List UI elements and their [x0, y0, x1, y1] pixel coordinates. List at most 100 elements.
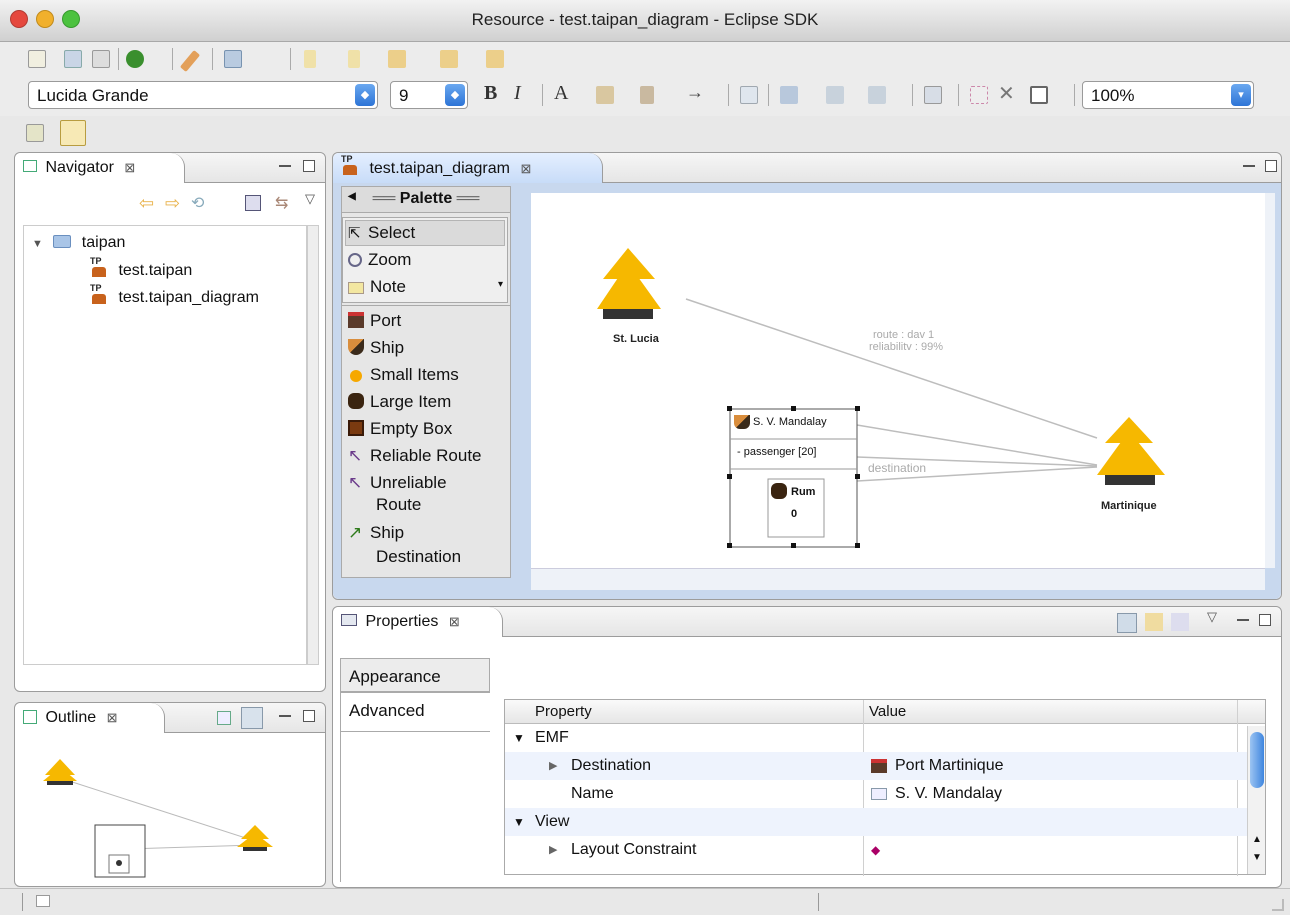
bold-button[interactable]: B: [484, 82, 497, 105]
minimize-icon[interactable]: [1243, 165, 1255, 167]
palette-item-large-item[interactable]: Large Item: [348, 392, 451, 412]
tab-appearance[interactable]: Appearance: [340, 658, 490, 692]
fill-color-icon[interactable]: [596, 86, 614, 104]
print-icon[interactable]: [92, 50, 110, 68]
minimize-icon[interactable]: [279, 165, 291, 167]
pen-icon[interactable]: [179, 50, 201, 72]
palette-item-zoom[interactable]: Zoom: [348, 250, 411, 270]
palette-item-reliable-route[interactable]: ↖ Reliable Route: [348, 446, 482, 466]
table-row[interactable]: ▼ EMF: [505, 724, 1247, 752]
next-annotation-icon[interactable]: [304, 50, 316, 68]
tab-test-taipan-diagram[interactable]: test.taipan_diagram ⊠: [333, 153, 603, 183]
table-row[interactable]: ▶ Destination Port Martinique: [505, 752, 1247, 780]
restore-default-icon[interactable]: [1171, 613, 1189, 631]
tree-item-taipan[interactable]: ▼ taipan: [32, 234, 125, 252]
italic-button[interactable]: I: [514, 82, 521, 105]
close-icon[interactable]: ⊠: [107, 710, 118, 725]
palette-item-port[interactable]: Port: [348, 311, 401, 331]
show-categories-icon[interactable]: [1117, 613, 1137, 633]
palette-item-empty-box[interactable]: Empty Box: [348, 419, 452, 439]
select-all-icon[interactable]: [740, 86, 758, 104]
back-icon[interactable]: [440, 50, 458, 68]
palette-item-select[interactable]: ⇱ Select: [348, 223, 415, 243]
tab-advanced[interactable]: Advanced: [340, 692, 490, 732]
autosize-icon[interactable]: [924, 86, 942, 104]
back-icon[interactable]: ⇦: [139, 193, 154, 214]
scrollbar-thumb[interactable]: [1250, 732, 1264, 788]
forward-icon[interactable]: [486, 50, 504, 68]
cargo-value[interactable]: 0: [791, 508, 797, 520]
font-size-select[interactable]: 9 ◆: [390, 81, 468, 109]
expand-arrow-icon[interactable]: ▼: [513, 731, 525, 745]
new-wizard-icon[interactable]: [28, 50, 46, 68]
diagram-canvas[interactable]: St. Lucia Martinique route : dav 1 relia…: [531, 193, 1265, 568]
view-menu-icon[interactable]: ▽: [1207, 609, 1217, 625]
ship-name[interactable]: S. V. Mandalay: [753, 416, 827, 428]
font-color-button[interactable]: A: [554, 82, 568, 105]
resource-perspective-icon[interactable]: [60, 120, 86, 146]
show-advanced-icon[interactable]: [1145, 613, 1163, 631]
close-icon[interactable]: ⊠: [520, 161, 531, 176]
palette-header[interactable]: ◀ ══ Palette ══: [342, 187, 510, 213]
palette-item-ship-destination[interactable]: ↗ Ship: [348, 523, 404, 543]
open-folder-icon[interactable]: [224, 50, 242, 68]
arrow-style-icon[interactable]: →: [686, 82, 704, 103]
table-row[interactable]: Name S. V. Mandalay: [505, 780, 1247, 808]
expand-arrow-icon[interactable]: ▶: [549, 759, 557, 772]
palette-item-note[interactable]: Note ▾: [348, 277, 503, 297]
outline-thumbnail[interactable]: [15, 741, 327, 886]
maximize-icon[interactable]: [303, 710, 315, 722]
up-icon[interactable]: ⟲: [191, 193, 204, 213]
port-st-lucia-label[interactable]: St. Lucia: [613, 333, 659, 345]
save-icon[interactable]: [64, 50, 82, 68]
line-style-icon[interactable]: [970, 86, 988, 104]
tab-navigator[interactable]: Navigator ⊠: [15, 153, 185, 183]
port-martinique-label[interactable]: Martinique: [1101, 500, 1157, 512]
tree-item-test-taipan[interactable]: test.taipan: [90, 256, 192, 280]
align-icon[interactable]: [826, 86, 844, 104]
zoom-dropdown-icon[interactable]: ▾: [1231, 84, 1251, 106]
open-perspective-icon[interactable]: [26, 124, 44, 142]
ship-attribute[interactable]: - passenger [20]: [737, 446, 817, 458]
expand-arrow-icon[interactable]: ▶: [549, 843, 557, 856]
cargo-name[interactable]: Rum: [791, 486, 815, 498]
maximize-icon[interactable]: [1259, 614, 1271, 626]
palette-collapse-icon[interactable]: ◀: [348, 191, 356, 202]
prev-annotation-icon[interactable]: [348, 50, 360, 68]
close-icon[interactable]: ⊠: [449, 614, 460, 629]
outline-overview-mode-icon[interactable]: [241, 707, 263, 729]
arrange-icon[interactable]: [780, 86, 798, 104]
font-size-dropdown-icon[interactable]: ◆: [445, 84, 465, 106]
expand-arrow-icon[interactable]: ▼: [32, 238, 43, 250]
delete-route-icon[interactable]: ✕: [998, 81, 1015, 106]
destination-label[interactable]: destination: [868, 461, 926, 475]
tab-outline[interactable]: Outline ⊠: [15, 703, 165, 733]
palette-item-unreliable-route[interactable]: ↖ Unreliable: [348, 473, 447, 493]
minimize-icon[interactable]: [279, 715, 291, 717]
maximize-icon[interactable]: [1265, 160, 1277, 172]
tab-properties[interactable]: Properties ⊠: [333, 607, 503, 637]
table-row[interactable]: ▼ View: [505, 808, 1247, 836]
resize-grip-icon[interactable]: [1272, 899, 1284, 911]
scroll-down-icon[interactable]: ▼: [1252, 852, 1262, 863]
route-label-day[interactable]: route : dav 1: [873, 329, 934, 341]
tree-item-test-taipan-diagram[interactable]: test.taipan_diagram: [90, 283, 259, 307]
palette-item-small-items[interactable]: Small Items: [348, 365, 459, 385]
maximize-icon[interactable]: [303, 160, 315, 172]
property-value[interactable]: S. V. Mandalay: [895, 785, 1002, 803]
collapse-all-icon[interactable]: [245, 195, 261, 211]
navigator-vertical-scrollbar[interactable]: [307, 225, 319, 665]
search-icon[interactable]: [126, 50, 144, 68]
canvas-vertical-scrollbar[interactable]: [1265, 193, 1275, 568]
line-width-icon[interactable]: [1030, 86, 1048, 104]
expand-arrow-icon[interactable]: ▼: [513, 815, 525, 829]
last-edit-icon[interactable]: [388, 50, 406, 68]
view-menu-icon[interactable]: ▽: [305, 191, 315, 207]
outline-tree-mode-icon[interactable]: [217, 711, 231, 725]
property-value[interactable]: Port Martinique: [895, 757, 1004, 775]
distribute-icon[interactable]: [868, 86, 886, 104]
canvas-horizontal-scrollbar[interactable]: [531, 568, 1265, 590]
scroll-up-icon[interactable]: ▲: [1252, 834, 1262, 845]
zoom-select[interactable]: 100% ▾: [1082, 81, 1254, 109]
font-name-dropdown-icon[interactable]: ◆: [355, 84, 375, 106]
